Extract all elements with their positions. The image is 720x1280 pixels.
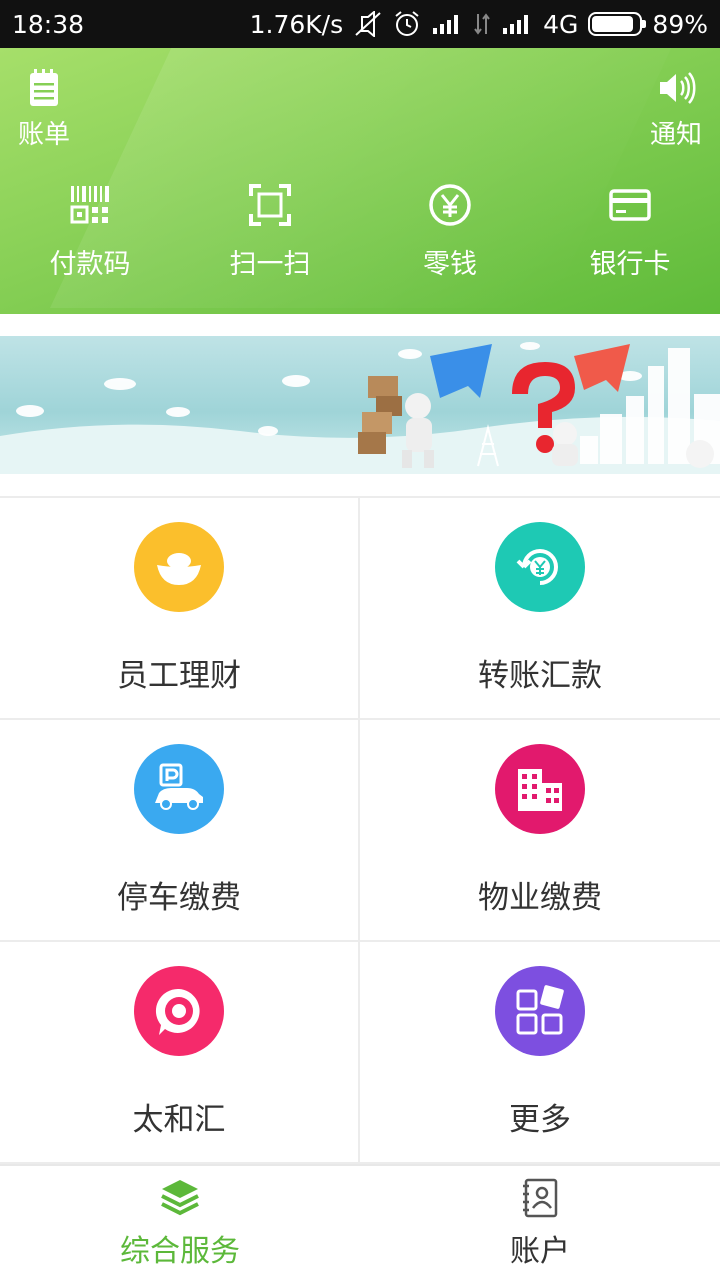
speaker-icon [659, 72, 696, 104]
scan-icon [249, 184, 291, 226]
alarm-icon [393, 10, 421, 38]
tab-label: 综合服务 [120, 1234, 240, 1269]
contact-book-icon [523, 1178, 558, 1218]
quick-action-bank-card[interactable]: 银行卡 [540, 182, 720, 281]
parking-car-icon [134, 743, 224, 834]
signal-icon-2 [501, 12, 533, 36]
service-label: 转账汇款 [478, 657, 602, 694]
tab-label: 账户 [510, 1234, 570, 1269]
promo-banner[interactable] [0, 336, 720, 474]
data-transfer-icon [473, 12, 491, 36]
service-label: 物业缴费 [478, 879, 602, 916]
service-label: 停车缴费 [117, 879, 241, 916]
network-type: 4G [543, 9, 579, 39]
notify-button[interactable]: 通知 [650, 66, 702, 151]
header-panel: 账单 通知 付款码 扫一扫 零钱 银行卡 [0, 48, 720, 314]
service-label: 员工理财 [117, 657, 241, 694]
layers-icon [161, 1180, 199, 1216]
quick-action-label: 零钱 [423, 249, 477, 280]
bottom-tab-bar: 综合服务 账户 [0, 1164, 720, 1280]
tab-account[interactable]: 账户 [360, 1166, 720, 1280]
target-chat-icon [134, 965, 224, 1056]
quick-actions: 付款码 扫一扫 零钱 银行卡 [0, 182, 720, 281]
tab-services[interactable]: 综合服务 [0, 1166, 360, 1280]
service-property[interactable]: 物业缴费 [360, 720, 720, 942]
yuan-coin-icon [429, 184, 471, 226]
bill-icon [30, 69, 58, 106]
gold-ingot-icon [134, 521, 224, 612]
service-grid: 员工理财 转账汇款 停车缴费 物业缴费 太和汇 更多 [0, 496, 720, 1164]
status-bar: 18:38 1.76K/s 4G 89% [0, 0, 720, 48]
notify-label: 通知 [649, 120, 702, 150]
battery-percent: 89% [652, 9, 708, 39]
status-right: 1.76K/s 4G 89% [250, 10, 708, 39]
quick-action-payment-code[interactable]: 付款码 [0, 182, 180, 281]
service-taihehui[interactable]: 太和汇 [0, 942, 360, 1164]
bill-button[interactable]: 账单 [18, 66, 70, 151]
yuan-transfer-icon [495, 521, 585, 612]
quick-action-label: 银行卡 [589, 249, 671, 280]
status-time: 18:38 [12, 9, 85, 39]
service-more[interactable]: 更多 [360, 942, 720, 1164]
more-grid-icon [495, 965, 585, 1056]
battery-icon [588, 12, 647, 36]
service-label: 更多 [509, 1101, 571, 1138]
banner-illustration [0, 342, 720, 474]
signal-icon [431, 12, 463, 36]
service-label: 太和汇 [132, 1101, 226, 1138]
bank-card-icon [609, 189, 651, 221]
barcode-icon [70, 186, 109, 224]
service-employee-finance[interactable]: 员工理财 [0, 498, 360, 720]
mute-icon [353, 11, 383, 37]
bill-label: 账单 [18, 120, 71, 150]
building-icon [495, 743, 585, 834]
quick-action-label: 扫一扫 [229, 249, 311, 280]
quick-action-scan[interactable]: 扫一扫 [180, 182, 360, 281]
quick-action-change[interactable]: 零钱 [360, 182, 540, 281]
network-speed: 1.76K/s [249, 9, 344, 39]
service-transfer[interactable]: 转账汇款 [360, 498, 720, 720]
quick-action-label: 付款码 [49, 249, 131, 280]
service-parking[interactable]: 停车缴费 [0, 720, 360, 942]
